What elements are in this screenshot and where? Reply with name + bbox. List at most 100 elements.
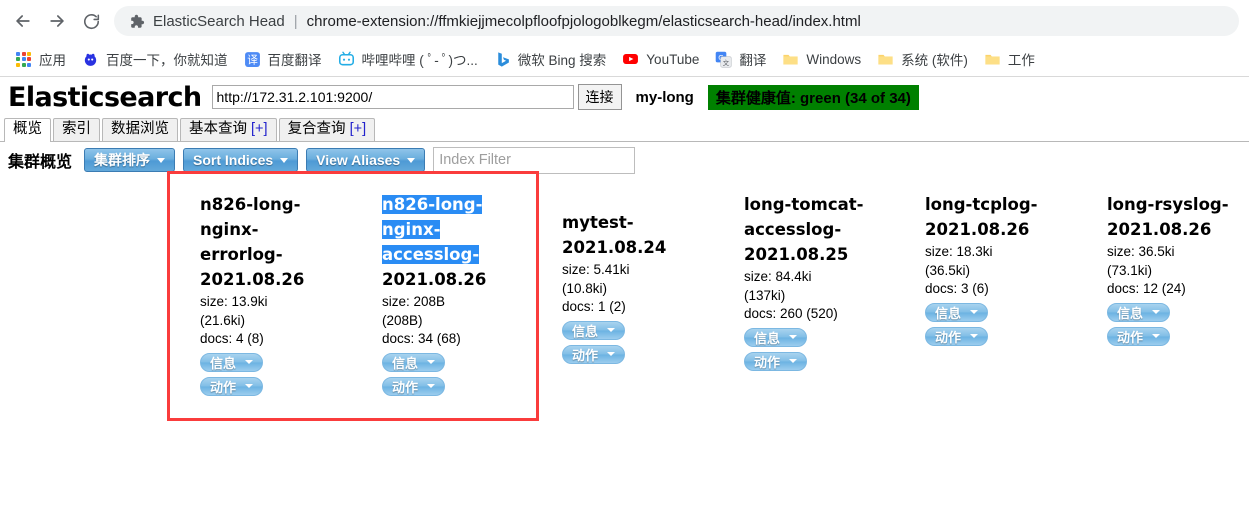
bookmark-label: 工作 [1007,53,1035,68]
bookmark-folder-system[interactable]: 系统 (软件) [870,46,975,72]
tab-label: 概览 [13,121,42,137]
bookmark-baidu-translate[interactable]: 译 百度翻译 [237,46,329,72]
index-size: size: 84.4ki [744,269,812,284]
tab-composite-query[interactable]: 复合查询 [+] [278,118,376,141]
cluster-health-badge: 集群健康值: green (34 of 34) [707,84,919,110]
index-action-button[interactable]: 动作 [1107,326,1171,346]
index-info-button[interactable]: 信息 [1107,302,1171,322]
cluster-name: my-long [635,88,694,106]
bookmark-youtube[interactable]: YouTube [615,46,706,72]
bookmark-bing[interactable]: 微软 Bing 搜索 [487,46,614,72]
index-action-button[interactable]: 动作 [200,376,264,396]
index-docs: docs: 34 (68) [382,331,461,346]
index-action-button[interactable]: 动作 [382,376,446,396]
reload-button[interactable] [74,4,108,38]
google-translate-icon: G 文 [715,51,732,68]
button-label: 信息 [572,323,599,339]
index-size-total: (21.6ki) [200,312,246,328]
index-info-button[interactable]: 信息 [744,327,808,347]
index-size-total: (73.1ki) [1107,262,1153,278]
index-card-list: n826-long-nginx-errorlog-2021.08.26 size:… [0,178,1249,396]
bookmark-folder-windows[interactable]: Windows [775,46,868,72]
sort-cluster-button[interactable]: 集群排序 [84,148,176,172]
button-label: 动作 [1117,329,1144,345]
tab-label: 基本查询 [189,121,247,137]
index-size-total: (10.8ki) [562,280,608,296]
index-card[interactable]: n826-long-nginx-accesslog- 2021.08.26 size… [382,192,504,396]
address-bar[interactable]: ElasticSearch Head | chrome-extension://… [114,6,1239,36]
view-aliases-button[interactable]: View Aliases [306,148,426,172]
button-label: Sort Indices [193,152,274,168]
index-actions: 信息 动作 [562,320,684,364]
connect-button[interactable]: 连接 [577,84,622,110]
index-stats: size: 208B (208B) docs: 34 (68) [382,293,504,349]
index-name[interactable]: long-tcplog-2021.08.26 [925,192,1047,242]
translate-badge-icon: 译 [244,51,260,67]
index-action-button[interactable]: 动作 [925,326,989,346]
tab-label: 索引 [62,121,91,137]
index-size-total: (36.5ki) [925,262,971,278]
bilibili-tv-icon [338,51,354,66]
tab-overview[interactable]: 概览 [4,118,51,142]
index-name[interactable]: long-rsyslog-2021.08.26 [1107,192,1229,242]
index-docs: docs: 260 (520) [744,306,838,321]
bookmark-google-translate[interactable]: G 文 翻译 [708,46,773,72]
bookmark-apps[interactable]: 应用 [8,46,73,72]
index-info-button[interactable]: 信息 [200,352,264,372]
button-label: 动作 [210,379,237,395]
index-card[interactable]: mytest-2021.08.24 size: 5.41ki (10.8ki) doc… [562,210,684,364]
sort-indices-button[interactable]: Sort Indices [183,148,299,172]
app-logo: Elasticsearch [8,81,202,113]
cluster-url-input[interactable] [211,85,574,109]
index-name[interactable]: long-tomcat-accesslog-2021.08.25 [744,192,866,267]
forward-button[interactable] [40,4,74,38]
button-label: 信息 [210,355,237,371]
index-info-button[interactable]: 信息 [562,320,626,340]
bookmark-label: 应用 [39,53,66,68]
index-filter-input[interactable] [433,146,636,174]
index-action-button[interactable]: 动作 [744,351,808,371]
address-bar-url[interactable]: chrome-extension://ffmkiejjmecolpfloofpj… [307,13,861,30]
index-name[interactable]: mytest-2021.08.24 [562,210,684,260]
elasticsearch-head-app: Elasticsearch 连接 my-long 集群健康值: green (3… [0,76,1249,421]
index-card[interactable]: long-tomcat-accesslog-2021.08.25 size: 84… [744,192,866,371]
bookmark-label: 翻译 [739,53,767,68]
index-info-button[interactable]: 信息 [382,352,446,372]
chevron-down-icon [427,360,436,364]
folder-glyph-icon [783,54,798,64]
index-card[interactable]: n826-long-nginx-errorlog-2021.08.26 size:… [200,192,322,396]
index-name[interactable]: n826-long-nginx-accesslog- 2021.08.26 [382,192,504,292]
baidu-icon [82,51,99,68]
apps-grid-icon [15,51,32,68]
bookmark-baidu[interactable]: 百度一下，你就知道 [75,46,235,72]
index-action-button[interactable]: 动作 [562,344,626,364]
index-size-total: (137ki) [744,287,786,303]
omnibox-separator: | [293,12,298,30]
index-name[interactable]: n826-long-nginx-errorlog-2021.08.26 [200,192,322,292]
chevron-down-icon [1152,310,1161,314]
index-name-text: n826-long-nginx-errorlog-2021.08.26 [200,195,305,289]
tab-data-browser[interactable]: 数据浏览 [102,118,178,141]
tab-basic-query[interactable]: 基本查询 [+] [180,118,277,141]
index-info-button[interactable]: 信息 [925,302,989,322]
index-card[interactable]: long-tcplog-2021.08.26 size: 18.3ki (36.5k… [925,192,1047,346]
baidu-translate-icon: 译 [244,51,261,68]
bookmark-label: 百度翻译 [267,53,322,68]
bookmark-label: Windows [806,51,862,67]
bookmark-folder-work[interactable]: 工作 [977,46,1042,72]
button-label: 动作 [754,354,781,370]
bookmark-label: YouTube [646,51,700,67]
index-docs: docs: 3 (6) [925,281,989,296]
tab-indices[interactable]: 索引 [53,118,100,141]
button-label: 集群排序 [94,152,151,168]
button-label: 动作 [572,347,599,363]
back-button[interactable] [6,4,40,38]
puzzle-piece-icon [131,14,145,28]
index-card[interactable]: long-rsyslog-2021.08.26 size: 36.5ki (73.1… [1107,192,1229,346]
overview-toolbar: 集群概览 集群排序 Sort Indices View Aliases [0,142,1249,178]
bookmark-bilibili[interactable]: 哔哩哔哩 ( ﾟ- ﾟ)つ... [331,46,485,72]
chevron-down-icon [970,310,979,314]
svg-text:文: 文 [723,58,730,67]
tab-label: 复合查询 [287,121,346,137]
index-name-text: long-tcplog-2021.08.26 [925,195,1038,239]
